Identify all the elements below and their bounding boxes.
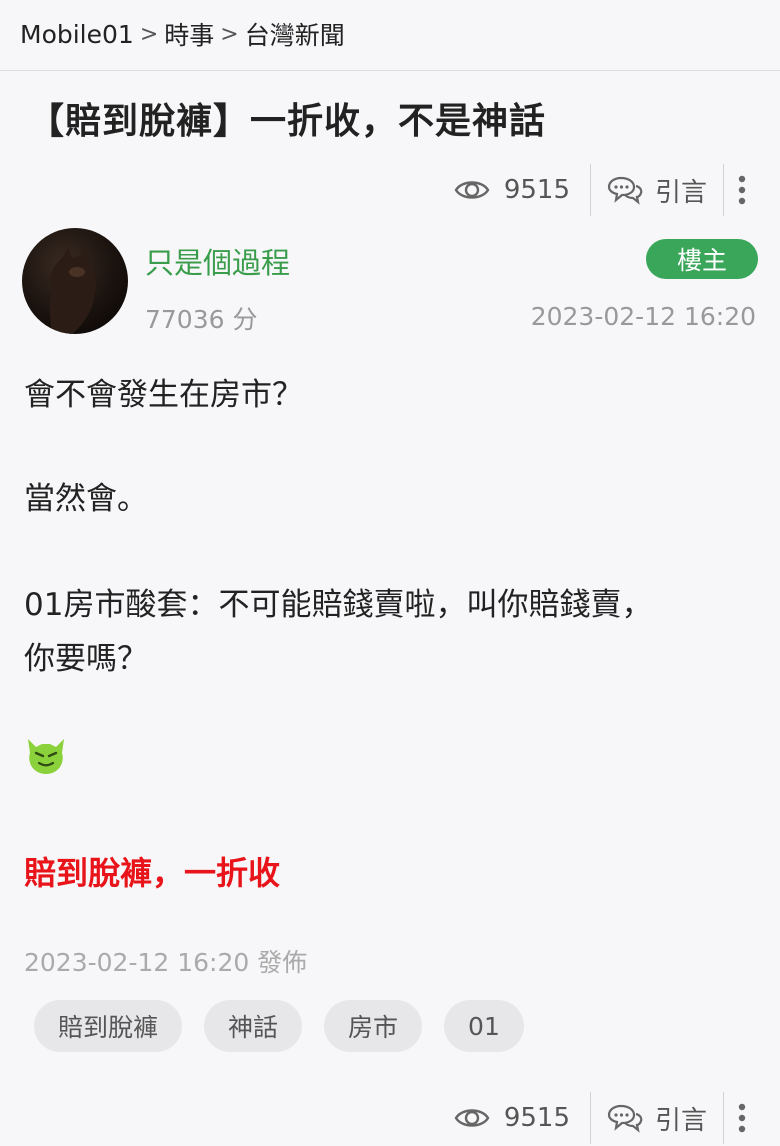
content-line: 01房市酸套：不可能賠錢賣啦，叫你賠錢賣， bbox=[24, 587, 653, 623]
author-name[interactable]: 只是個過程 bbox=[145, 240, 290, 282]
post-actions-bottom: 9515 引言 bbox=[454, 1092, 760, 1144]
post-actions-top: 9515 引言 bbox=[454, 164, 760, 216]
eye-icon bbox=[454, 1109, 490, 1127]
more-options-button[interactable] bbox=[724, 164, 760, 216]
tag-chip[interactable]: 房市 bbox=[324, 1000, 423, 1052]
breadcrumb-divider bbox=[0, 70, 780, 71]
quote-label: 引言 bbox=[654, 177, 707, 208]
tag-chip[interactable]: 神話 bbox=[204, 1000, 303, 1052]
quote-button[interactable]: 引言 bbox=[591, 1100, 723, 1137]
breadcrumb-link-category[interactable]: 時事 bbox=[164, 16, 214, 52]
quote-button[interactable]: 引言 bbox=[591, 172, 723, 209]
breadcrumb-separator: > bbox=[220, 21, 239, 47]
tag-chip[interactable]: 賠到脫褲 bbox=[34, 1000, 183, 1052]
content-line: 當然會。 bbox=[24, 481, 148, 517]
post-content: 會不會發生在房市？ 當然會。 01房市酸套：不可能賠錢賣啦，叫你賠錢賣， 你要嗎… bbox=[24, 368, 764, 686]
author-points: 77036 分 bbox=[145, 305, 258, 334]
more-vertical-icon bbox=[738, 175, 746, 205]
op-badge: 樓主 bbox=[646, 239, 758, 279]
posted-datetime: 2023-02-12 16:20 發佈 bbox=[24, 948, 308, 977]
speech-bubbles-icon bbox=[607, 1104, 643, 1133]
view-count-value: 9515 bbox=[503, 1103, 570, 1133]
view-count: 9515 bbox=[454, 1103, 590, 1133]
breadcrumb-link-forum[interactable]: 台灣新聞 bbox=[245, 16, 345, 52]
speech-bubbles-icon bbox=[607, 176, 643, 205]
tag-chip[interactable]: 01 bbox=[444, 1000, 524, 1052]
tag-list: 賠到脫褲 神話 房市 01 bbox=[34, 1000, 524, 1052]
more-vertical-icon bbox=[738, 1103, 746, 1133]
post-datetime: 2023-02-12 16:20 bbox=[530, 302, 756, 331]
more-options-button[interactable] bbox=[724, 1092, 760, 1144]
content-line: 會不會發生在房市？ bbox=[24, 377, 303, 413]
highlight-text: 賠到脫褲，一折收 bbox=[24, 854, 281, 892]
avatar-image bbox=[49, 246, 96, 334]
view-count-value: 9515 bbox=[503, 175, 570, 205]
content-line: 你要嗎？ bbox=[24, 641, 148, 677]
eye-icon bbox=[454, 181, 490, 199]
avatar[interactable] bbox=[22, 228, 128, 334]
breadcrumb: Mobile01 > 時事 > 台灣新聞 bbox=[20, 14, 345, 54]
breadcrumb-separator: > bbox=[139, 21, 159, 47]
quote-label: 引言 bbox=[654, 1105, 707, 1136]
view-count: 9515 bbox=[454, 175, 590, 205]
post-title: 【賠到脫褲】一折收，不是神話 bbox=[28, 101, 547, 142]
smirking-devil-emoji bbox=[28, 739, 64, 774]
breadcrumb-link-site[interactable]: Mobile01 bbox=[20, 20, 134, 49]
